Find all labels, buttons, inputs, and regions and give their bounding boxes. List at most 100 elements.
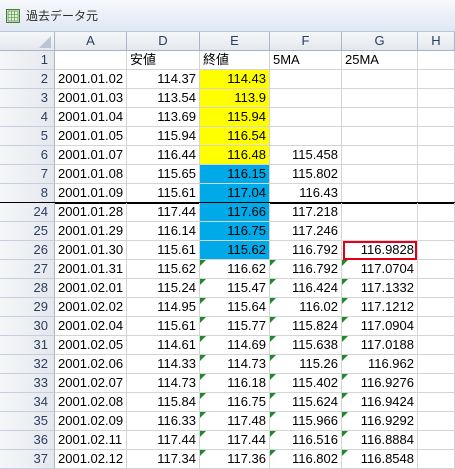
cell-h[interactable] [418,184,455,203]
cell-date[interactable]: 2001.01.08 [55,165,127,184]
cell-date[interactable]: 2001.02.01 [55,279,127,298]
cell-ma5[interactable]: 116.424 [270,279,342,298]
row-header[interactable]: 8 [0,184,55,203]
row-header[interactable]: 2 [0,70,55,89]
cell-h[interactable] [418,165,455,184]
cell-ma5[interactable]: 115.966 [270,412,342,431]
cell-close[interactable]: 114.73 [200,355,270,374]
cell-ma5[interactable] [270,127,342,146]
cell-ma25[interactable] [342,70,418,89]
cell-date[interactable]: 2001.02.06 [55,355,127,374]
cell-ma25[interactable] [342,165,418,184]
cell-low[interactable]: 115.61 [127,317,200,336]
cell-low[interactable]: 113.54 [127,89,200,108]
cell-date[interactable]: 2001.01.07 [55,146,127,165]
cell-h[interactable] [418,298,455,317]
cell-close[interactable]: 115.47 [200,279,270,298]
cell-low[interactable]: 117.44 [127,431,200,450]
cell-date[interactable]: 2001.02.09 [55,412,127,431]
cell-close[interactable]: 115.77 [200,317,270,336]
cell-close[interactable]: 117.36 [200,450,270,469]
row-header[interactable]: 37 [0,450,55,469]
row-header[interactable]: 24 [0,203,55,222]
cell-low[interactable]: 117.44 [127,203,200,222]
cell-close[interactable]: 116.18 [200,374,270,393]
cell-h[interactable] [418,431,455,450]
row-header[interactable]: 34 [0,393,55,412]
cell-ma25[interactable] [342,146,418,165]
cell-h[interactable] [418,374,455,393]
row-header[interactable]: 30 [0,317,55,336]
cell-date[interactable]: 2001.01.02 [55,70,127,89]
cell-h[interactable] [418,260,455,279]
cell-ma25[interactable]: 117.0704 [342,260,418,279]
cell-ma25[interactable] [342,184,418,203]
cell-ma5[interactable]: 116.802 [270,450,342,469]
row-header[interactable]: 35 [0,412,55,431]
cell-low[interactable]: 115.61 [127,184,200,203]
row-header[interactable]: 27 [0,260,55,279]
row-header[interactable]: 4 [0,108,55,127]
cell-ma25[interactable] [342,108,418,127]
cell-low[interactable]: 115.61 [127,241,200,260]
cell-h[interactable] [418,412,455,431]
cell-ma5[interactable]: 116.792 [270,241,342,260]
cell-date[interactable]: 2001.01.03 [55,89,127,108]
row-header[interactable]: 26 [0,241,55,260]
cell-ma5[interactable] [270,70,342,89]
cell-low[interactable]: 115.24 [127,279,200,298]
cell-date[interactable]: 2001.02.04 [55,317,127,336]
cell-h[interactable] [418,336,455,355]
cell-ma25[interactable] [342,89,418,108]
cell-low[interactable]: 116.44 [127,146,200,165]
cell-ma5[interactable]: 116.792 [270,260,342,279]
cell-close[interactable]: 117.48 [200,412,270,431]
row-header[interactable]: 32 [0,355,55,374]
cell-close[interactable]: 116.54 [200,127,270,146]
cell-ma25[interactable]: 117.0904 [342,317,418,336]
cell-h[interactable] [418,450,455,469]
cell-ma5[interactable]: 115.624 [270,393,342,412]
cell-ma25[interactable]: 116.962 [342,355,418,374]
cell-low[interactable]: 114.61 [127,336,200,355]
header-cell[interactable]: 安値 [127,51,200,70]
cell-date[interactable]: 2001.01.05 [55,127,127,146]
column-header-d[interactable]: D [127,32,200,51]
cell-close[interactable]: 116.75 [200,393,270,412]
cell-date[interactable]: 2001.02.07 [55,374,127,393]
cell-close[interactable]: 115.62 [200,241,270,260]
row-header[interactable]: 5 [0,127,55,146]
row-header[interactable]: 25 [0,222,55,241]
column-header-f[interactable]: F [270,32,342,51]
row-header[interactable]: 7 [0,165,55,184]
cell-h[interactable] [418,279,455,298]
cell-low[interactable]: 115.62 [127,260,200,279]
row-header[interactable]: 33 [0,374,55,393]
row-header[interactable]: 1 [0,51,55,70]
cell-close[interactable]: 113.9 [200,89,270,108]
cell-ma5[interactable]: 116.516 [270,431,342,450]
cell-ma25[interactable]: 116.8884 [342,431,418,450]
cell-close[interactable]: 116.48 [200,146,270,165]
cell-close[interactable]: 116.15 [200,165,270,184]
row-header[interactable]: 28 [0,279,55,298]
cell-h[interactable] [418,89,455,108]
cell-low[interactable]: 114.33 [127,355,200,374]
cell-h[interactable] [418,222,455,241]
cell-ma5[interactable]: 115.26 [270,355,342,374]
cell-date[interactable]: 2001.02.08 [55,393,127,412]
cell-close[interactable]: 117.04 [200,184,270,203]
cell-ma5[interactable]: 115.824 [270,317,342,336]
cell-date[interactable]: 2001.01.29 [55,222,127,241]
cell-ma5[interactable]: 115.402 [270,374,342,393]
cell-close[interactable]: 117.66 [200,203,270,222]
cell-h[interactable] [418,241,455,260]
cell-h[interactable] [418,317,455,336]
cell-ma25[interactable] [342,203,418,222]
column-header-g[interactable]: G [342,32,418,51]
cell-date[interactable]: 2001.02.05 [55,336,127,355]
cell-date[interactable]: 2001.02.11 [55,431,127,450]
cell-date[interactable]: 2001.01.09 [55,184,127,203]
cell-low[interactable]: 114.37 [127,70,200,89]
cell-close[interactable]: 116.62 [200,260,270,279]
